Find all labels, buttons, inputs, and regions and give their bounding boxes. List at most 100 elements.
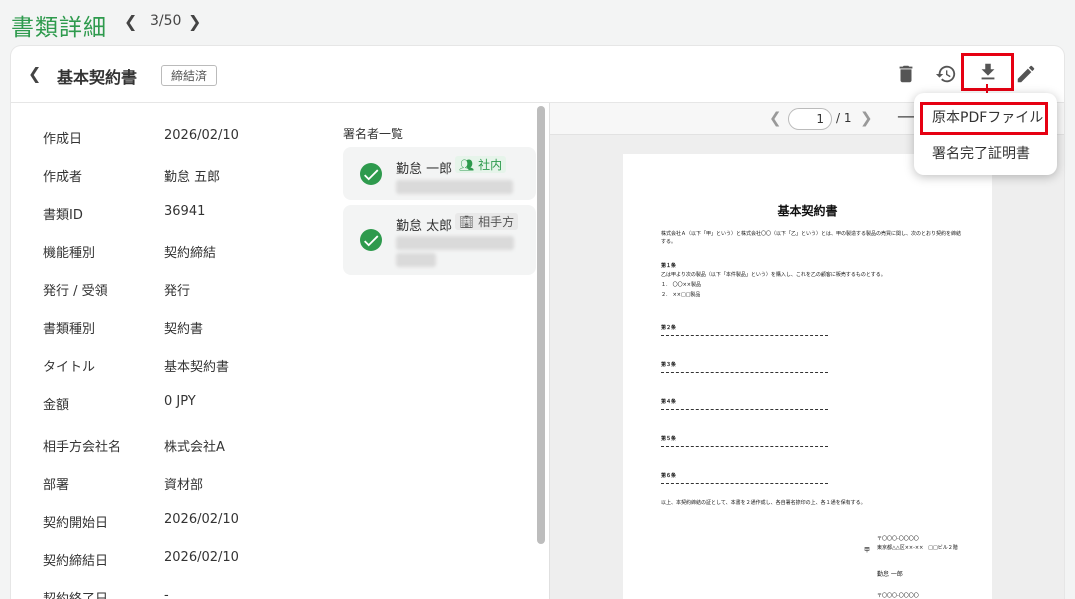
back-arrow-icon[interactable]: ❮ [28,64,41,83]
signer-card: 勤怠 一郎 👥︎ 社内 [343,147,536,200]
info-label: 契約締結日 [43,554,109,569]
pdf-address: 〒〇〇〇-〇〇〇〇 [877,593,919,599]
signer-name: 勤怠 一郎 [396,162,453,177]
info-row: 契約開始日 2026/02/10 [11,512,331,532]
history-button[interactable] [932,60,960,88]
info-label: 作成日 [43,132,83,147]
info-value: 0 JPY [164,394,196,409]
pencil-icon [1017,65,1035,83]
pdf-article-item: １. 〇〇××製品 [661,282,701,288]
download-menu: 原本PDFファイル 署名完了証明書 [914,93,1057,175]
info-row: 書類ID 36941 [11,204,331,224]
info-value: 勤怠 五郎 [164,170,221,185]
info-label: 書類種別 [43,322,96,337]
pdf-article-heading: 第５条 [661,436,677,442]
info-row: 相手方会社名 株式会社A [11,436,331,456]
pdf-blank-line [661,372,828,373]
pdf-signer: 勤怠 一郎 [877,571,903,578]
info-value: 資材部 [164,478,204,493]
scrollbar[interactable] [537,106,545,544]
page-number-input[interactable]: 1 [788,108,832,130]
page-header: 書類詳細 ❮ 3/50 ❯ [0,0,1075,46]
pdf-closing: 以上、本契約締結の証として、本書を２通作成し、各自署名捺印の上、各１通を保有する… [661,500,866,506]
card-header: ❮ 基本契約書 締結済 [11,46,1064,103]
info-value: 発行 [164,284,191,299]
chevron-right-icon[interactable]: ❯ [188,12,201,31]
page-title: 書類詳細 [11,15,107,41]
pdf-article-item: ２. ××□□製品 [661,292,701,298]
info-row: タイトル 基本契約書 [11,356,331,376]
info-label: 契約開始日 [43,516,109,531]
pdf-blank-line [661,409,828,410]
info-value: 2026/02/10 [164,550,239,565]
chevron-left-icon[interactable]: ❮ [124,12,137,31]
edit-button[interactable] [1012,60,1040,88]
info-label: 書類ID [43,208,83,223]
pdf-article-heading: 第４条 [661,399,677,405]
delete-button[interactable] [892,60,920,88]
info-row: 作成者 勤怠 五郎 [11,166,331,186]
info-label: 金額 [43,398,70,413]
redacted-email [396,180,513,194]
info-value: 契約書 [164,322,204,337]
info-row: 部署 資材部 [11,474,331,494]
signer-card: 勤怠 太郎 🏢︎ 相手方 [343,205,536,275]
group-icon: 👥︎ [459,158,475,172]
info-row: 作成日 2026/02/10 [11,128,331,148]
info-row: 契約締結日 2026/02/10 [11,550,331,570]
zoom-out-icon[interactable]: — [897,106,915,127]
signer-name: 勤怠 太郎 [396,219,453,234]
info-value: 2026/02/10 [164,128,239,143]
pdf-article-heading: 第３条 [661,362,677,368]
document-info-panel: 作成日 2026/02/10 作成者 勤怠 五郎 書類ID 36941 機能種別 契約締… [11,104,331,599]
info-row: 発行 / 受領 発行 [11,280,331,300]
info-label: 機能種別 [43,246,96,261]
page-total: / 1 [836,111,852,125]
status-badge: 締結済 [161,65,218,86]
pdf-article-heading: 第２条 [661,325,677,331]
building-icon: 🏢︎ [459,215,475,229]
info-value: 基本契約書 [164,360,230,375]
pdf-party-mark: 甲 [864,547,871,554]
info-label: 相手方会社名 [43,440,122,455]
pager-count: 3/50 [150,13,182,29]
info-label: 契約終了日 [43,588,108,599]
trash-icon [899,65,913,83]
check-circle-icon [360,229,382,251]
info-label: 部署 [43,478,70,493]
document-title: 基本契約書 [57,68,138,87]
pdf-title: 基本契約書 [777,204,838,218]
info-value: 2026/02/10 [164,512,239,527]
signer-tag-label: 社内 [478,158,503,172]
info-row: 書類種別 契約書 [11,318,331,338]
info-label: タイトル [43,360,96,375]
history-icon [935,65,956,83]
menu-item-original-pdf[interactable]: 原本PDFファイル [920,102,1048,135]
info-row: 契約終了日 - [11,588,331,599]
signer-tag-internal: 👥︎ 社内 [455,156,507,173]
info-row: 機能種別 契約締結 [11,242,331,262]
pdf-viewer: ❮ 1 / 1 ❯ — 基本契約書 株式会社Ａ（以下「甲」という）と株式会社〇〇… [549,103,1064,599]
pdf-article-heading: 第６条 [661,473,677,479]
chevron-right-icon[interactable]: ❯ [860,109,873,127]
pdf-article-text: 乙は甲より次の製品（以下「本件製品」という）を購入し、これを乙の顧客に販売するも… [661,272,886,278]
pdf-address: 東京都△△区××-×× □□ビル２階 [877,545,958,551]
info-row: 金額 0 JPY [11,394,331,414]
document-card: ❮ 基本契約書 締結済 作成日 2026/02/10 作成者 勤怠 五郎 書類ID 3… [11,46,1064,599]
pdf-article-heading: 第１条 [661,263,677,269]
chevron-left-icon[interactable]: ❮ [769,109,782,127]
info-value: 株式会社A [164,440,225,455]
pdf-address: 〒〇〇〇-〇〇〇〇 [877,536,919,542]
download-icon [981,63,994,80]
pdf-intro: 株式会社Ａ（以下「甲」という）と株式会社〇〇（以下「乙」という）とは、甲の製造す… [661,231,962,245]
pdf-blank-line [661,335,828,336]
info-value: - [164,588,169,599]
redacted-email [396,253,436,267]
info-value: 契約締結 [164,246,217,261]
redacted-email [396,236,514,250]
signer-tag-external: 🏢︎ 相手方 [455,213,519,230]
menu-item-completion-certificate[interactable]: 署名完了証明書 [914,143,1057,163]
signer-tag-label: 相手方 [478,215,515,229]
check-circle-icon [360,163,382,185]
signers-title: 署名者一覧 [343,127,404,141]
